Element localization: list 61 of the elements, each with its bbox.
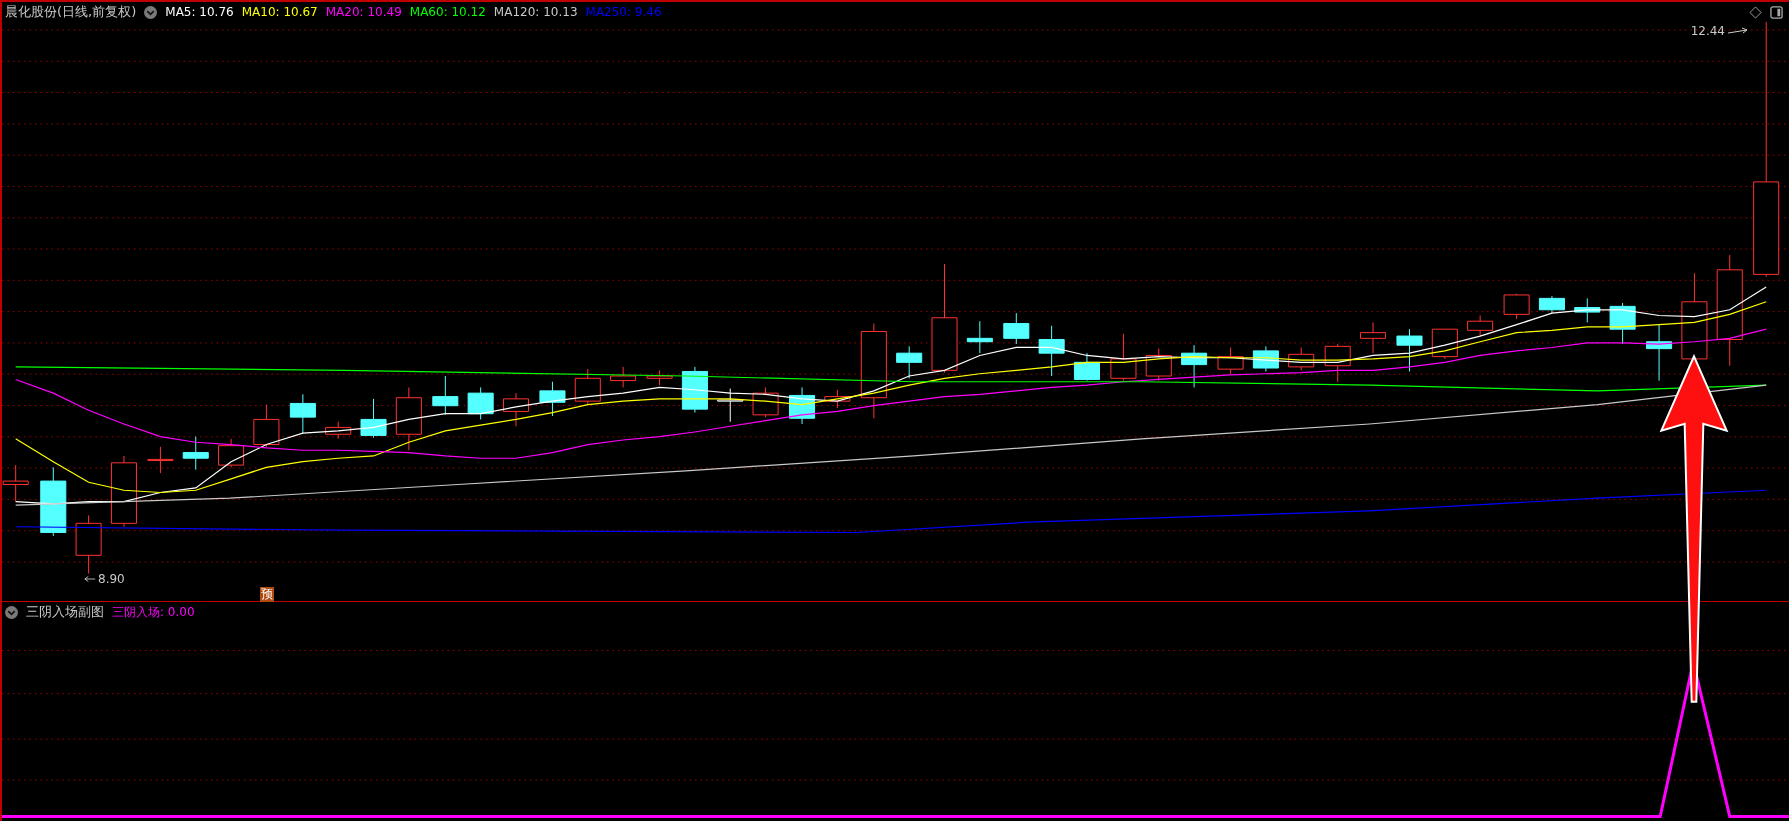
candlestick [966,320,993,354]
arrow-right-icon [1727,27,1749,35]
indicator-value: 三阴入场: 0.00 [112,603,195,621]
candlestick [1431,328,1458,360]
candlestick [1003,312,1030,345]
candlestick [1073,352,1100,382]
candlestick [1396,328,1423,372]
candlestick [1288,346,1315,371]
candlestick [1503,293,1530,320]
candlestick [896,345,923,379]
indicator-title: 三阴入场副图 [26,603,104,621]
candlestick [325,421,352,440]
candlestick [1038,325,1065,377]
candlestick [467,386,494,420]
arrow-left-icon [84,575,96,583]
chevron-down-icon[interactable] [5,605,18,619]
stock-title: 晨化股份(日线,前复权) [5,3,137,21]
candlestick [432,375,459,416]
candlestick [360,398,387,439]
candlestick [789,386,816,425]
candlestick [1467,315,1494,337]
indicator-value: MA60: 10.12 [409,5,486,19]
high-price-label: 12.44 [1690,24,1725,38]
candlestick [824,389,851,409]
up-arrow-icon [1659,354,1729,704]
candlestick [1609,302,1636,345]
candlestick [1110,333,1137,382]
candlestick [1360,321,1387,354]
diamond-icon[interactable] [1749,5,1762,19]
candlestick [539,381,566,417]
indicator-value: MA250: 9.46 [585,5,662,19]
candlestick [646,369,673,386]
candlestick [1646,324,1673,382]
candlestick [1217,346,1244,375]
candlestick [218,438,245,468]
indicator-value: MA10: 10.67 [241,5,318,19]
candlestick [395,386,422,451]
candlestick [182,436,209,471]
chevron-down-icon[interactable] [144,5,158,19]
candlestick [289,393,316,434]
candlestick [1324,343,1351,383]
candlestick [1252,345,1279,372]
candlestick [147,446,174,474]
candlestick [1538,295,1565,314]
candlestick [75,514,102,575]
candlestick [610,366,637,388]
candlestick [1145,348,1172,382]
candlestick [1574,297,1601,323]
low-price-label: 8.90 [98,572,125,586]
candlestick [1181,344,1208,388]
panel-toggle-icon[interactable] [1770,5,1783,19]
candlestick [502,392,530,427]
indicator-value: MA20: 10.49 [325,5,402,19]
indicator-value: MA120: 10.13 [493,5,578,19]
candlestick [717,388,744,423]
forecast-badge: 预 [260,587,274,602]
candlestick [752,386,779,418]
indicator-value: MA5: 10.76 [165,5,234,19]
candlestick [40,466,67,537]
candlestick [574,368,601,406]
candlestick [253,404,280,448]
